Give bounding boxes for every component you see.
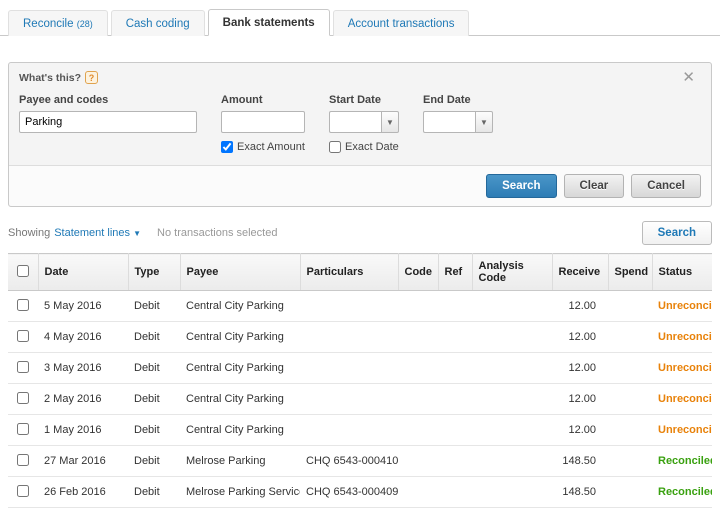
exact-amount-checkbox[interactable] xyxy=(221,141,233,153)
exact-date-label: Exact Date xyxy=(345,141,399,153)
header-ref: Ref xyxy=(438,253,473,291)
showing-label: Showing xyxy=(8,227,51,239)
amount-field-group: Amount Exact Amount xyxy=(221,94,305,153)
results-toolbar: Showing Statement lines ▼ No transaction… xyxy=(8,221,712,245)
header-particulars: Particulars xyxy=(300,253,399,291)
header-code: Code xyxy=(398,253,439,291)
row-checkbox[interactable] xyxy=(17,360,29,373)
tab-label: Reconcile xyxy=(23,18,74,30)
chevron-down-icon: ▼ xyxy=(386,117,394,127)
start-date-input[interactable] xyxy=(329,111,381,133)
start-date-field-group: Start Date ▼ Exact Date xyxy=(329,94,399,153)
table-row: 3 May 2016 Debit Central City Parking 12… xyxy=(8,352,712,384)
table-row: 4 May 2016 Debit Central City Parking 12… xyxy=(8,321,712,353)
table-search-button[interactable]: Search xyxy=(641,221,712,245)
row-checkbox[interactable] xyxy=(17,298,29,311)
header-receive: Receive xyxy=(552,253,609,291)
status-badge: Unreconciled xyxy=(652,290,712,322)
no-transactions-selected-label: No transactions selected xyxy=(157,227,278,239)
statement-lines-table: Date Type Payee Particulars Code Ref Ana… xyxy=(8,253,712,508)
status-badge: Reconciled xyxy=(652,476,712,508)
tab-label: Bank statements xyxy=(222,17,315,29)
status-badge: Unreconciled xyxy=(652,383,712,415)
exact-amount-label: Exact Amount xyxy=(237,141,305,153)
cancel-button[interactable]: Cancel xyxy=(631,174,701,198)
header-date: Date xyxy=(38,253,129,291)
end-date-dropdown-button[interactable]: ▼ xyxy=(475,111,493,133)
header-spend: Spend xyxy=(608,253,653,291)
statement-lines-label: Statement lines xyxy=(54,227,131,239)
clear-button[interactable]: Clear xyxy=(563,174,625,198)
exact-date-checkbox[interactable] xyxy=(329,141,341,153)
table-row: 2 May 2016 Debit Central City Parking 12… xyxy=(8,383,712,415)
row-checkbox[interactable] xyxy=(17,484,29,497)
header-payee: Payee xyxy=(180,253,301,291)
payee-input[interactable] xyxy=(19,111,197,133)
row-checkbox[interactable] xyxy=(17,329,29,342)
end-date-input[interactable] xyxy=(423,111,475,133)
header-status: Status xyxy=(652,253,712,291)
table-row: 5 May 2016 Debit Central City Parking 12… xyxy=(8,290,712,322)
whats-this-label: What's this? xyxy=(19,71,81,84)
header-analysis-code: Analysis Code xyxy=(472,253,553,291)
tab-count: (28) xyxy=(76,19,93,29)
amount-input[interactable] xyxy=(221,111,305,133)
chevron-down-icon: ▼ xyxy=(133,229,142,238)
tab-bar: Reconcile (28) Cash coding Bank statemen… xyxy=(0,0,720,36)
start-date-label: Start Date xyxy=(329,94,381,106)
tab-account-transactions[interactable]: Account transactions xyxy=(332,10,470,36)
end-date-field-group: End Date ▼ xyxy=(423,94,493,153)
tab-bank-statements[interactable]: Bank statements xyxy=(207,9,330,36)
table-row: 26 Feb 2016 Debit Melrose Parking Servic… xyxy=(8,476,712,508)
statement-lines-dropdown[interactable]: Statement lines ▼ xyxy=(54,227,141,239)
row-checkbox[interactable] xyxy=(17,453,29,466)
row-checkbox[interactable] xyxy=(17,422,29,435)
end-date-label: End Date xyxy=(423,94,471,106)
tab-label: Cash coding xyxy=(125,18,190,30)
header-type: Type xyxy=(128,253,181,291)
start-date-dropdown-button[interactable]: ▼ xyxy=(381,111,399,133)
table-row: 1 May 2016 Debit Central City Parking 12… xyxy=(8,414,712,446)
row-checkbox[interactable] xyxy=(17,391,29,404)
status-badge: Unreconciled xyxy=(652,414,712,446)
table-header-row: Date Type Payee Particulars Code Ref Ana… xyxy=(8,253,712,291)
select-all-checkbox[interactable] xyxy=(16,264,29,277)
help-icon: ? xyxy=(85,71,98,84)
payee-label: Payee and codes xyxy=(19,94,109,106)
whats-this-link[interactable]: What's this? ? xyxy=(19,71,98,84)
status-badge: Unreconciled xyxy=(652,352,712,384)
amount-label: Amount xyxy=(221,94,263,106)
tab-label: Account transactions xyxy=(347,18,455,30)
search-panel: ✕ What's this? ? Payee and codes Amount … xyxy=(8,62,712,207)
tab-reconcile[interactable]: Reconcile (28) xyxy=(8,10,108,36)
payee-field-group: Payee and codes xyxy=(19,94,197,153)
close-icon[interactable]: ✕ xyxy=(676,69,701,86)
status-badge: Unreconciled xyxy=(652,321,712,353)
search-button[interactable]: Search xyxy=(486,174,557,198)
tab-cash-coding[interactable]: Cash coding xyxy=(110,10,205,36)
chevron-down-icon: ▼ xyxy=(480,117,488,127)
